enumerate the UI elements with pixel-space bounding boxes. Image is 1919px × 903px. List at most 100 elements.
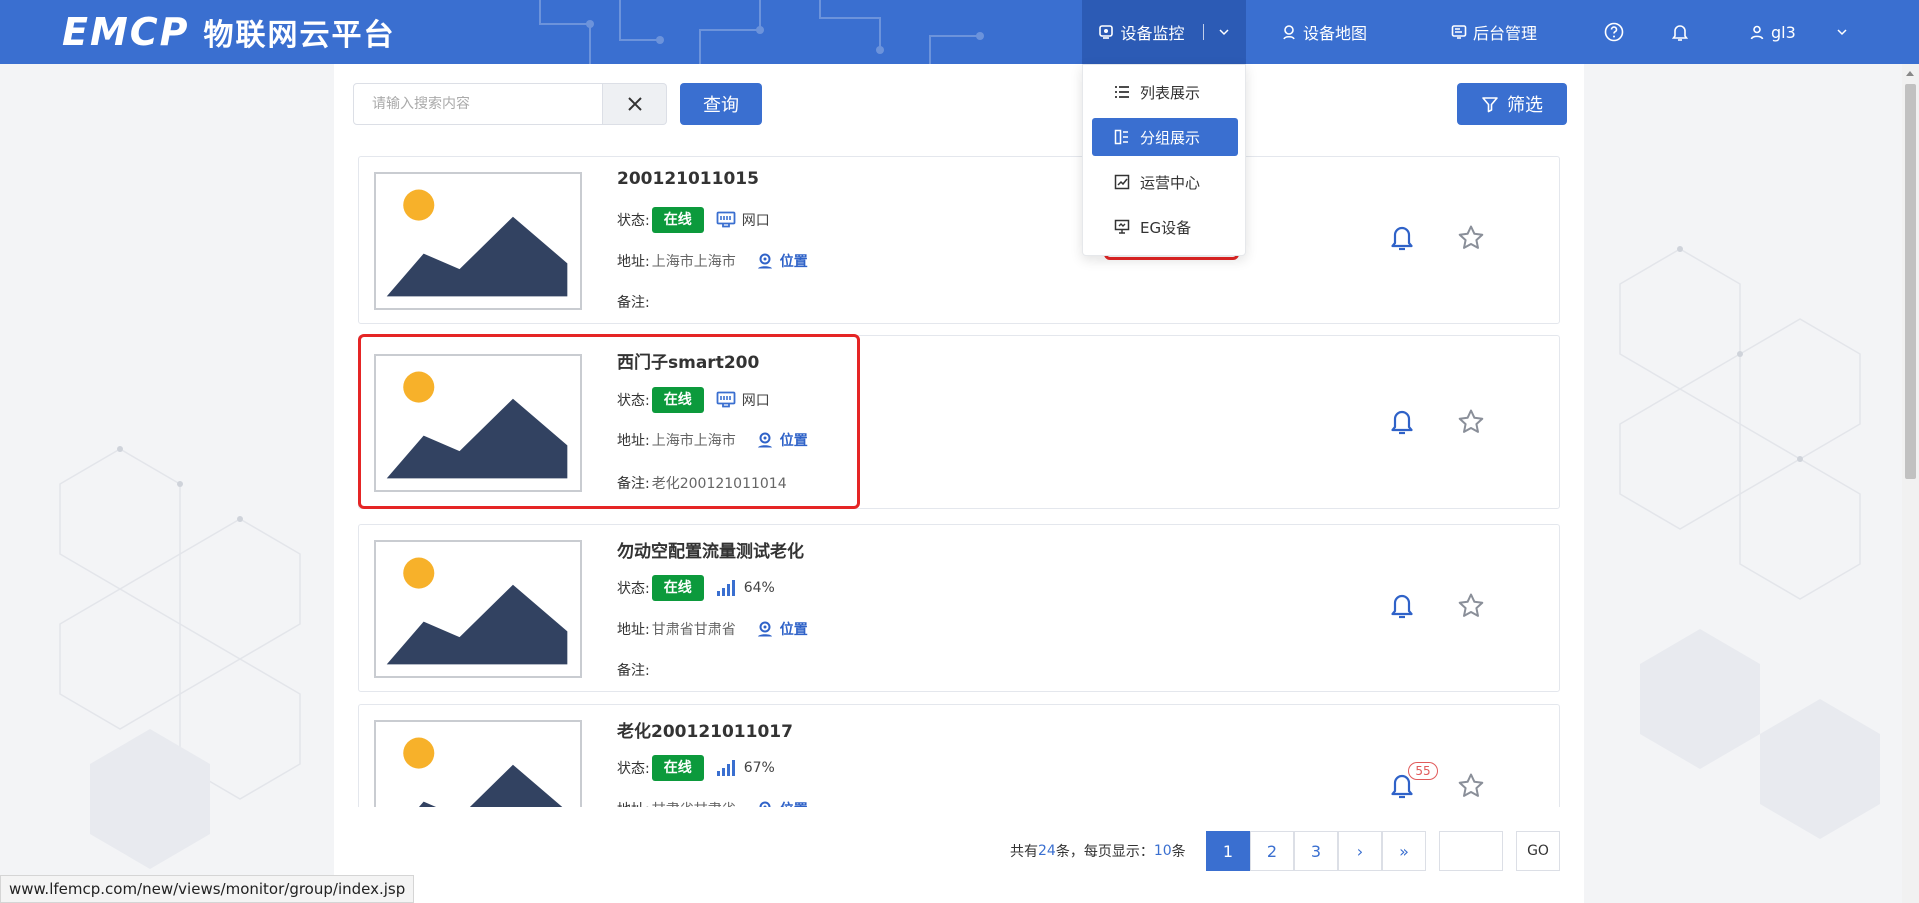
menu-item-operations-center[interactable]: 运营中心 [1092, 163, 1238, 201]
search-field[interactable] [353, 83, 603, 125]
clear-search-button[interactable] [603, 83, 667, 125]
menu-item-group-view[interactable]: 分组展示 [1092, 118, 1238, 156]
page-go-button[interactable]: GO [1516, 831, 1560, 871]
device-title[interactable]: 勿动空配置流量测试老化 [617, 537, 804, 562]
device-title[interactable]: 西门子smart200 [617, 348, 759, 373]
chevron-down-icon[interactable] [1218, 26, 1230, 38]
menu-item-list-view[interactable]: 列表展示 [1092, 73, 1238, 111]
device-title[interactable]: 老化200121011017 [617, 717, 793, 742]
status-badge: 在线 [651, 387, 704, 413]
address-value: 甘肃省甘肃省 [651, 622, 736, 638]
device-card[interactable]: 200121011015 状态: 在线 网口 地址: 上海市上海市 位置 备注: [358, 156, 1560, 324]
signal-value: 67% [743, 760, 775, 776]
monitor-eye-icon [1099, 25, 1114, 39]
connection-info: 网口 [716, 210, 770, 230]
address-label: 地址: [617, 799, 650, 807]
status-row: 状态: 在线 64% [617, 575, 775, 601]
star-icon[interactable] [1457, 592, 1485, 620]
note-row: 备注: [617, 660, 652, 680]
logo[interactable]: EMCP 物联网云平台 [62, 10, 396, 54]
device-image-placeholder [374, 540, 582, 678]
nav-device-map-label: 设备地图 [1303, 24, 1368, 43]
brand-logo: EMCP [62, 10, 190, 54]
address-value: 上海市上海市 [651, 254, 736, 270]
image-placeholder-icon [386, 189, 568, 297]
nav-admin[interactable]: 后台管理 [1451, 0, 1537, 64]
help-button[interactable] [1604, 0, 1624, 64]
location-link-label: 位置 [779, 254, 808, 270]
device-card[interactable]: 西门子smart200 状态: 在线 网口 地址: 上海市上海市 位置 备注: [358, 335, 1560, 509]
page-jump-input[interactable] [1439, 831, 1503, 871]
location-pin-icon [757, 253, 772, 269]
scrollbar-thumb[interactable] [1905, 84, 1916, 479]
star-icon[interactable] [1457, 224, 1485, 252]
last-page-button[interactable]: » [1382, 831, 1426, 871]
device-list: 200121011015 状态: 在线 网口 地址: 上海市上海市 位置 备注: [358, 153, 1560, 807]
menu-item-label: 分组展示 [1140, 128, 1201, 147]
location-link[interactable]: 位置 [756, 799, 808, 807]
device-image-placeholder [374, 172, 582, 310]
menu-item-label: EG设备 [1140, 218, 1192, 237]
page-button-2[interactable]: 2 [1250, 831, 1294, 871]
group-icon [1114, 129, 1128, 145]
star-icon[interactable] [1457, 772, 1485, 800]
pagination-info: 共有 24 条，每页显示： 10 条 [1010, 831, 1186, 871]
alarm-bell-icon[interactable] [1389, 591, 1415, 619]
monitor-dropdown-menu: 列表展示 分组展示 运营中心 EG设备 [1082, 64, 1246, 256]
status-label: 状态: [617, 393, 650, 409]
query-button[interactable]: 查询 [680, 83, 762, 125]
admin-screen-icon [1451, 25, 1467, 39]
address-label: 地址: [617, 622, 650, 638]
user-menu[interactable]: gl3 [1749, 0, 1848, 64]
connection-label: 网口 [741, 213, 770, 229]
address-row: 地址: 甘肃省甘肃省 位置 [617, 619, 808, 639]
list-icon [1115, 86, 1129, 98]
username: gl3 [1771, 22, 1796, 42]
device-title[interactable]: 200121011015 [617, 169, 759, 189]
page-button-1[interactable]: 1 [1206, 831, 1250, 871]
notification-button[interactable] [1670, 0, 1690, 64]
address-row: 地址: 上海市上海市 位置 [617, 251, 808, 271]
pagination-total-mid: 条，每页显示： [1055, 844, 1154, 860]
page-scrollbar[interactable] [1902, 64, 1919, 903]
location-pin-icon [759, 801, 771, 807]
image-placeholder-icon [386, 557, 568, 665]
alarm-bell-icon[interactable] [1389, 407, 1415, 435]
location-link[interactable]: 位置 [756, 619, 808, 639]
alarm-count-badge: 55 [1408, 762, 1438, 780]
top-header: EMCP 物联网云平台 设备监控 设备地图 后台管理 gl3 [0, 0, 1919, 64]
image-placeholder-icon [403, 737, 563, 807]
location-link[interactable]: 位置 [756, 430, 808, 450]
note-row: 备注: [617, 292, 652, 312]
user-icon [1750, 25, 1764, 40]
menu-item-eg-devices[interactable]: EG设备 [1092, 208, 1238, 246]
next-page-button[interactable]: › [1338, 831, 1382, 871]
nav-device-monitor[interactable]: 设备监控 [1082, 0, 1246, 64]
star-icon[interactable] [1457, 408, 1485, 436]
monitor-icon [1114, 219, 1130, 234]
device-image-placeholder [374, 354, 582, 492]
location-link[interactable]: 位置 [756, 251, 808, 271]
search-input[interactable] [372, 96, 584, 112]
note-label: 备注: [617, 295, 650, 311]
menu-item-label: 列表展示 [1140, 83, 1201, 102]
page-button-3[interactable]: 3 [1294, 831, 1338, 871]
filter-icon [1482, 97, 1498, 113]
connection-info: 67% [716, 759, 775, 777]
nav-device-map[interactable]: 设备地图 [1281, 0, 1367, 64]
signal-strength-icon [716, 760, 735, 776]
ethernet-icon [716, 211, 736, 228]
status-row: 状态: 在线 网口 [617, 387, 770, 413]
location-link-label: 位置 [780, 799, 808, 807]
help-icon [1604, 22, 1624, 42]
scroll-up-arrow-icon[interactable] [1906, 71, 1914, 76]
address-value: 上海市上海市 [651, 433, 736, 449]
device-card[interactable]: 勿动空配置流量测试老化 状态: 在线 64% 地址: 甘肃省甘肃省 位置 备注: [358, 524, 1560, 692]
note-row: 备注: 老化200121011014 [617, 473, 787, 493]
nav-admin-label: 后台管理 [1473, 24, 1538, 43]
filter-button[interactable]: 筛选 [1457, 83, 1567, 125]
address-row: 地址: 上海市上海市 位置 [617, 430, 808, 450]
status-badge: 在线 [651, 575, 704, 601]
device-card[interactable]: 老化200121011017 状态: 在线 67% 地址: 甘肃省甘肃省 位置 … [358, 704, 1560, 807]
alarm-bell-icon[interactable] [1389, 223, 1415, 251]
